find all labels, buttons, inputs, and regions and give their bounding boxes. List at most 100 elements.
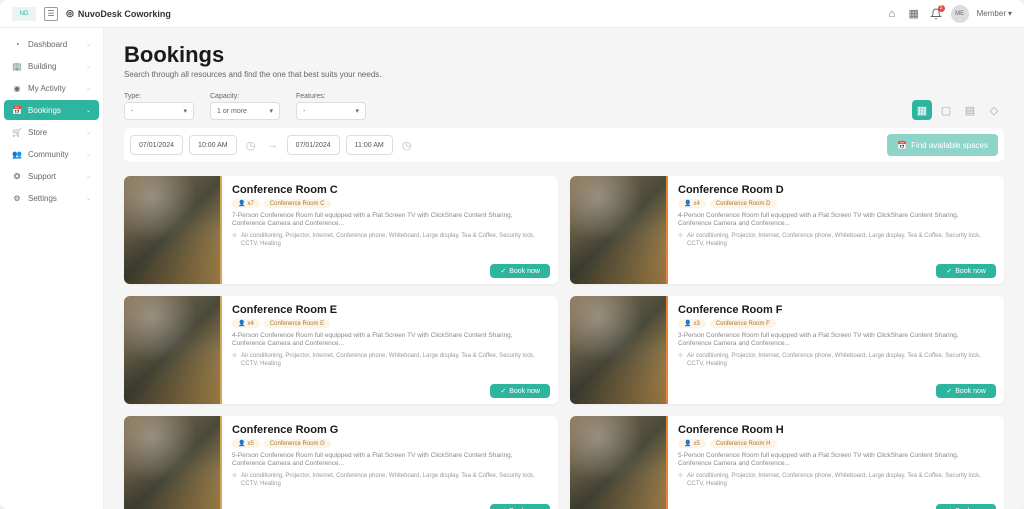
results-grid: Conference Room C 👤x7 Conference Room C … [124,176,1004,509]
room-description: 5-Person Conference Room full equipped w… [232,452,548,469]
room-description: 4-Person Conference Room full equipped w… [678,212,994,229]
logo[interactable]: ND [12,7,36,21]
sidebar-item-my-activity[interactable]: ◉My Activity⌄ [4,78,99,98]
filter-capacity-select[interactable]: 1 or more▾ [210,102,280,120]
room-title: Conference Room E [232,304,548,316]
amenities-icon: ⊕ [678,473,683,489]
sidebar-item-label: Building [28,62,56,71]
room-type-tag: Conference Room D [710,199,777,208]
sidebar-item-store[interactable]: 🛒 Store ⌄ [4,122,99,142]
book-now-button[interactable]: ✓ Book now [936,504,996,509]
room-card: Conference Room F 👤x3 Conference Room F … [570,296,1004,404]
building-icon: 🏢 [12,61,22,71]
capacity-tag: 👤x7 [232,199,260,208]
book-now-button[interactable]: ✓ Book now [490,504,550,509]
check-icon: ✓ [500,267,506,275]
avatar[interactable]: ME [951,5,969,23]
room-type-tag: Conference Room C [264,199,331,208]
room-title: Conference Room F [678,304,994,316]
chevron-down-icon: ⌄ [86,129,91,136]
view-map-button[interactable]: ◇ [984,100,1004,120]
sidebar-item-label: Store [28,128,47,137]
person-icon: 👤 [238,440,245,447]
gauge-icon: ◔ [12,39,22,49]
to-date-input[interactable]: 07/01/2024 [287,135,340,155]
amenities-text: Air conditioning, Projector, Internet, C… [687,473,994,489]
from-date-input[interactable]: 07/01/2024 [130,135,183,155]
clock-icon: ◷ [399,137,415,153]
amenities-text: Air conditioning, Projector, Internet, C… [241,233,548,249]
filter-capacity-label: Capacity: [210,93,280,100]
room-image[interactable] [124,296,220,404]
room-image[interactable] [124,416,220,509]
chevron-down-icon: ▾ [269,107,273,115]
view-grid-button[interactable]: ▦ [912,100,932,120]
arrow-right-icon: → [265,137,281,153]
room-image[interactable] [570,296,666,404]
sidebar-item-settings[interactable]: ⚙ Settings ⌄ [4,188,99,208]
sidebar-item-label: Settings [28,194,57,203]
book-now-button[interactable]: ✓ Book now [490,264,550,278]
check-icon: ✓ [946,387,952,395]
sidebar-toggle-icon[interactable]: ☰ [44,7,58,21]
room-image[interactable] [570,416,666,509]
view-card-button[interactable]: ▢ [936,100,956,120]
main: Bookings Search through all resources an… [104,28,1024,509]
book-now-button[interactable]: ✓ Book now [936,384,996,398]
bell-icon[interactable]: 2 [929,7,943,21]
book-now-button[interactable]: ✓ Book now [490,384,550,398]
calendar-icon: 📅 [12,105,22,115]
activity-icon: ◉ [12,83,22,93]
book-now-button[interactable]: ✓ Book now [936,264,996,278]
chevron-down-icon: ▾ [355,107,359,115]
person-icon: 👤 [684,440,691,447]
capacity-tag: 👤x4 [232,319,260,328]
notification-badge: 2 [938,5,945,12]
gear-icon: ⚙ [12,193,22,203]
room-type-tag: Conference Room G [264,439,331,448]
sidebar-item-bookings[interactable]: 📅Bookings⌄ [4,100,99,120]
chevron-down-icon: ⌄ [86,195,91,202]
filter-type-select[interactable]: -▾ [124,102,194,120]
sidebar-item-community[interactable]: 👥Community⌄ [4,144,99,164]
sidebar-item-label: Dashboard [28,40,67,49]
sidebar: ◔Dashboard⌄🏢Building⌄◉My Activity⌄📅Booki… [0,28,104,509]
to-time-input[interactable]: 11:00 AM [346,135,393,155]
chevron-down-icon: ⌄ [86,85,91,92]
find-spaces-button[interactable]: 📅 Find available spaces [887,134,998,156]
check-icon: ✓ [946,267,952,275]
room-image[interactable] [124,176,220,284]
room-title: Conference Room D [678,184,994,196]
role-dropdown[interactable]: Member ▾ [977,9,1012,18]
chevron-down-icon: ⌄ [86,107,91,114]
life-icon: ❂ [12,171,22,181]
page-title: Bookings [124,42,1004,68]
filter-features-label: Features: [296,93,366,100]
workspace-name[interactable]: ◎ NuvoDesk Coworking [66,8,171,19]
topbar: ND ☰ ◎ NuvoDesk Coworking ⌂ ▦ 2 ME Membe… [0,0,1024,28]
room-title: Conference Room C [232,184,548,196]
from-time-input[interactable]: 10:00 AM [189,135,237,155]
sidebar-item-support[interactable]: ❂Support⌄ [4,166,99,186]
sidebar-item-dashboard[interactable]: ◔Dashboard⌄ [4,34,99,54]
amenities-text: Air conditioning, Projector, Internet, C… [241,353,548,369]
grid-icon[interactable]: ▦ [907,7,921,21]
home-icon[interactable]: ⌂ [885,7,899,21]
person-icon: 👤 [238,200,245,207]
room-description: 7-Person Conference Room full equipped w… [232,212,548,229]
view-list-button[interactable]: ▤ [960,100,980,120]
sidebar-item-building[interactable]: 🏢Building⌄ [4,56,99,76]
capacity-tag: 👤x4 [678,199,706,208]
amenities-text: Air conditioning, Projector, Internet, C… [687,353,994,369]
filter-features-select[interactable]: -▾ [296,102,366,120]
room-card: Conference Room G 👤x5 Conference Room G … [124,416,558,509]
room-image[interactable] [570,176,666,284]
room-description: 3-Person Conference Room full equipped w… [678,332,994,349]
room-type-tag: Conference Room E [264,319,330,328]
search-calendar-icon: 📅 [897,141,907,150]
room-card: Conference Room H 👤x5 Conference Room H … [570,416,1004,509]
room-title: Conference Room H [678,424,994,436]
cart-icon: 🛒 [12,127,22,137]
chevron-down-icon: ▾ [183,107,187,115]
room-description: 4-Person Conference Room full equipped w… [232,332,548,349]
